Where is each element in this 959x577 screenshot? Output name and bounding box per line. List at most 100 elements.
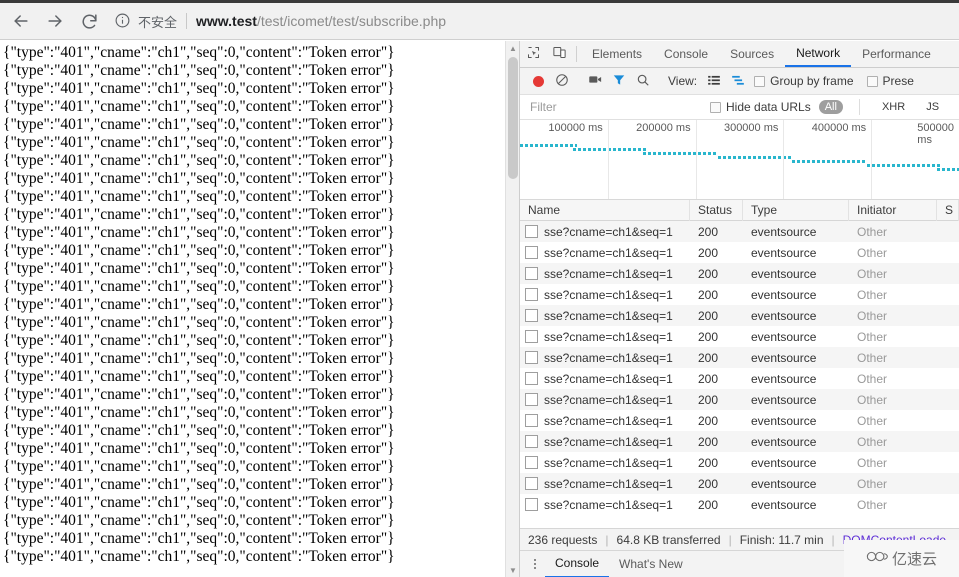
request-name: sse?cname=ch1&seq=1 (544, 224, 673, 239)
page-scrollbar-thumb[interactable] (508, 57, 518, 179)
timeline-request-bars (520, 140, 959, 199)
tab-network[interactable]: Network (785, 41, 852, 67)
page-json-line: {"type":"401","cname":"ch1","seq":0,"con… (3, 188, 395, 205)
page-json-line: {"type":"401","cname":"ch1","seq":0,"con… (3, 206, 395, 223)
request-type-icon (525, 393, 538, 406)
table-row[interactable]: sse?cname=ch1&seq=1 200 eventsource Other (520, 494, 959, 515)
table-row[interactable]: sse?cname=ch1&seq=1 200 eventsource Other (520, 431, 959, 452)
page-json-line: {"type":"401","cname":"ch1","seq":0,"con… (3, 368, 395, 385)
table-body: sse?cname=ch1&seq=1 200 eventsource Other ss… (520, 221, 959, 515)
clear-icon (555, 73, 569, 90)
tab-performance[interactable]: Performance (851, 41, 942, 67)
security-label: 不安全 (138, 14, 178, 30)
table-row[interactable]: sse?cname=ch1&seq=1 200 eventsource Other (520, 284, 959, 305)
cell-type: eventsource (751, 224, 817, 239)
requests-count: 236 requests (528, 532, 598, 547)
hide-data-urls-checkbox[interactable]: Hide data URLs (710, 100, 811, 114)
request-type-icon (525, 372, 538, 385)
request-name: sse?cname=ch1&seq=1 (544, 497, 673, 512)
cell-type: eventsource (751, 455, 817, 470)
column-header-status[interactable]: Status (690, 200, 743, 221)
cell-name: sse?cname=ch1&seq=1 (520, 393, 690, 407)
table-row[interactable]: sse?cname=ch1&seq=1 200 eventsource Other (520, 368, 959, 389)
type-filter-js[interactable]: JS (920, 100, 945, 114)
url-path: /test/icomet/test/subscribe.php (256, 13, 447, 29)
tab-elements[interactable]: Elements (581, 41, 653, 67)
checkbox-icon (710, 101, 721, 113)
table-row[interactable]: sse?cname=ch1&seq=1 200 eventsource Other (520, 389, 959, 410)
cell-status: 200 (698, 371, 719, 386)
type-filter-all[interactable]: All (818, 100, 843, 114)
search-button[interactable] (631, 69, 655, 93)
table-row[interactable]: sse?cname=ch1&seq=1 200 eventsource Other (520, 263, 959, 284)
cell-type: eventsource (751, 245, 817, 260)
table-row[interactable]: sse?cname=ch1&seq=1 200 eventsource Other (520, 221, 959, 242)
url-text: www.test/test/icomet/test/subscribe.php (196, 13, 446, 29)
page-json-line: {"type":"401","cname":"ch1","seq":0,"con… (3, 44, 395, 61)
timeline-gridline (783, 120, 785, 199)
group-by-frame-checkbox[interactable]: Group by frame (754, 74, 854, 88)
tab-console[interactable]: Console (653, 41, 719, 67)
column-header-initiator[interactable]: Initiator (849, 200, 937, 221)
scroll-up-arrow-icon[interactable]: ▲ (506, 41, 520, 55)
network-overview-timeline[interactable]: 100000 ms 200000 ms 300000 ms 400000 ms 5000… (520, 120, 959, 200)
cell-initiator: Other (857, 266, 888, 281)
info-circle-icon[interactable] (114, 12, 132, 30)
cell-name: sse?cname=ch1&seq=1 (520, 267, 690, 281)
timeline-tick-label: 400000 ms (811, 122, 867, 134)
cell-name: sse?cname=ch1&seq=1 (520, 456, 690, 470)
tab-sources[interactable]: Sources (719, 41, 785, 67)
table-row[interactable]: sse?cname=ch1&seq=1 200 eventsource Other (520, 452, 959, 473)
column-header-type[interactable]: Type (743, 200, 849, 221)
timeline-request-bar (866, 164, 942, 167)
filter-input[interactable] (520, 94, 692, 120)
type-filter-css[interactable]: CSS (954, 100, 959, 114)
hide-data-urls-label: Hide data URLs (726, 100, 811, 114)
tabbar-divider (576, 46, 577, 62)
cell-name: sse?cname=ch1&seq=1 (520, 351, 690, 365)
page-json-line: {"type":"401","cname":"ch1","seq":0,"con… (3, 296, 395, 313)
preserve-log-checkbox[interactable]: Prese (866, 74, 914, 88)
cell-type: eventsource (751, 350, 817, 365)
inspect-element-button[interactable] (520, 41, 546, 67)
table-row[interactable]: sse?cname=ch1&seq=1 200 eventsource Other (520, 326, 959, 347)
type-filter-xhr[interactable]: XHR (876, 100, 911, 114)
device-toolbar-button[interactable] (546, 41, 572, 67)
filter-button[interactable] (607, 69, 631, 93)
drawer-tab-console[interactable]: Console (545, 551, 610, 577)
watermark-text: 亿速云 (891, 551, 937, 568)
waterfall-view-button[interactable] (726, 69, 750, 93)
status-divider-3: | (831, 532, 835, 547)
forward-button[interactable] (38, 4, 72, 38)
timeline-request-bar (717, 156, 793, 159)
network-filter-bar: Hide data URLs All XHR JS CSS Img (520, 94, 959, 120)
cell-status: 200 (698, 245, 719, 260)
table-row[interactable]: sse?cname=ch1&seq=1 200 eventsource Other (520, 347, 959, 368)
timeline-tick-label: 300000 ms (723, 122, 779, 134)
timeline-tick-label: 200000 ms (636, 122, 691, 134)
column-header-name[interactable]: Name (520, 200, 690, 221)
table-row[interactable]: sse?cname=ch1&seq=1 200 eventsource Other (520, 242, 959, 263)
request-type-icon (525, 414, 538, 427)
list-view-icon (707, 73, 721, 90)
table-row[interactable]: sse?cname=ch1&seq=1 200 eventsource Other (520, 410, 959, 431)
reload-button[interactable] (72, 4, 106, 38)
clear-button[interactable] (550, 69, 574, 93)
request-type-icon (525, 435, 538, 448)
checkbox-icon (754, 75, 766, 87)
request-name: sse?cname=ch1&seq=1 (544, 371, 673, 386)
page-scrollbar[interactable]: ▲ ▼ (505, 41, 519, 577)
page-json-line: {"type":"401","cname":"ch1","seq":0,"con… (3, 278, 395, 295)
drawer-tab-whats-new[interactable]: What's New (609, 551, 693, 577)
capture-screenshots-button[interactable] (583, 69, 607, 93)
address-bar[interactable]: 不安全 www.test/test/icomet/test/subscribe.… (106, 3, 959, 40)
table-row[interactable]: sse?cname=ch1&seq=1 200 eventsource Other (520, 473, 959, 494)
back-button[interactable] (4, 4, 38, 38)
kebab-menu-icon[interactable] (525, 559, 545, 569)
table-row[interactable]: sse?cname=ch1&seq=1 200 eventsource Other (520, 305, 959, 326)
finish-time: Finish: 11.7 min (739, 532, 824, 547)
scroll-down-arrow-icon[interactable]: ▼ (506, 563, 520, 577)
record-button[interactable] (526, 69, 550, 93)
column-header-size[interactable]: S (937, 200, 959, 221)
list-view-button[interactable] (702, 69, 726, 93)
